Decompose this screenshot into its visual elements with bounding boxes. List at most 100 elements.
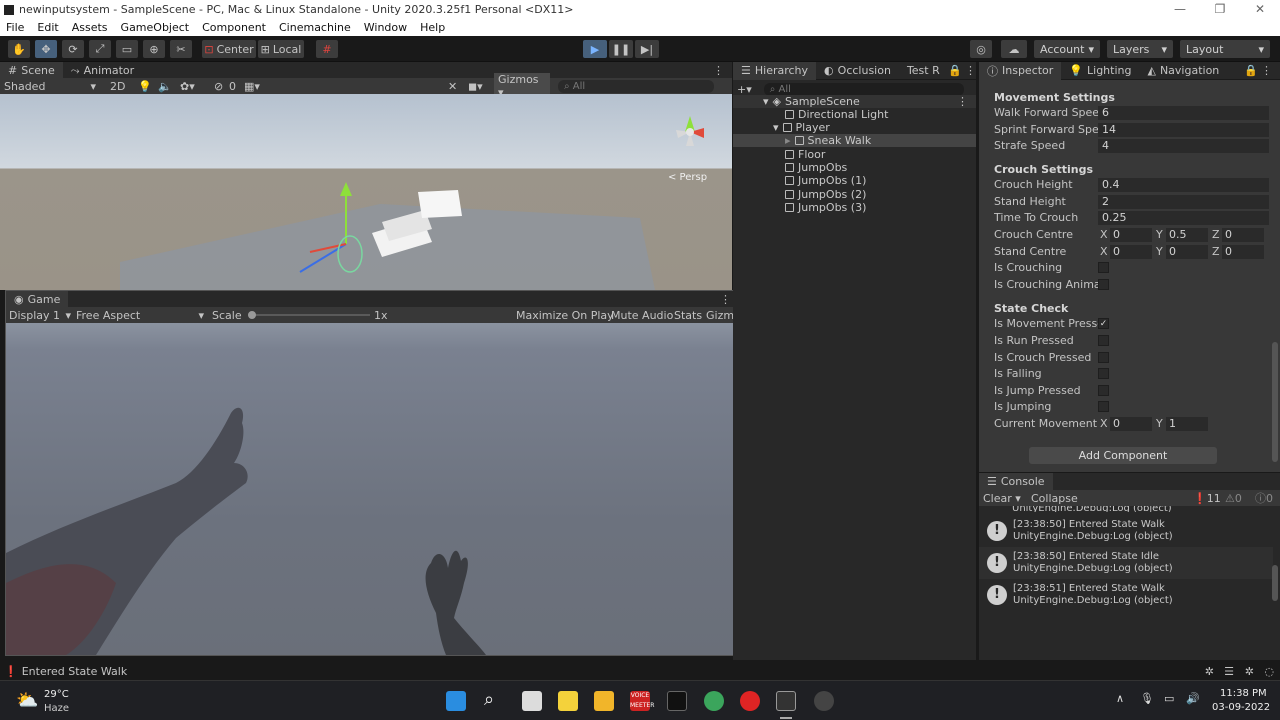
is-run-pressed-checkbox[interactable]: [1098, 335, 1109, 346]
volume-icon[interactable]: 🔊: [1186, 692, 1200, 705]
scene-root-row[interactable]: ▾ ◈ SampleScene ⋮: [733, 95, 976, 108]
is-jumping-checkbox[interactable]: [1098, 401, 1109, 412]
chrome-icon[interactable]: [704, 691, 724, 711]
log-entry[interactable]: ! [23:38:50] Entered State Idle UnityEngin…: [979, 547, 1273, 579]
is-movement-pressed-checkbox[interactable]: ✓: [1098, 318, 1109, 329]
tools-icon[interactable]: ✕: [448, 80, 457, 93]
pivot-local-button[interactable]: ⊞ Local: [258, 40, 304, 58]
hierarchy-item[interactable]: JumpObs (2): [733, 188, 976, 201]
hierarchy-item-selected[interactable]: ▸ Sneak Walk: [733, 134, 976, 147]
tab-test-runner[interactable]: Test R: [899, 62, 942, 80]
clock-date[interactable]: 03-09-2022: [1212, 702, 1270, 713]
stand-height-field[interactable]: 2: [1098, 194, 1269, 209]
shading-dropdown[interactable]: Shaded ▾: [4, 80, 96, 93]
menu-cinemachine[interactable]: Cinemachine: [279, 21, 351, 34]
voice-meeter-icon[interactable]: VOICE MEETER: [630, 691, 654, 711]
audio-icon[interactable]: 🔈: [158, 80, 172, 93]
rect-tool-icon[interactable]: ▭: [116, 40, 138, 58]
menu-edit[interactable]: Edit: [37, 21, 58, 34]
layers-dropdown[interactable]: Layers ▾: [1107, 40, 1173, 58]
chevron-up-icon[interactable]: ∧: [1116, 692, 1124, 705]
clock-time[interactable]: 11:38 PM: [1220, 688, 1267, 699]
move-tool-icon[interactable]: ✥: [35, 40, 57, 58]
mode-2d-button[interactable]: 2D: [110, 80, 125, 93]
crouch-centre-z-field[interactable]: 0: [1222, 227, 1264, 242]
media-player-icon[interactable]: [740, 691, 760, 711]
tab-scene[interactable]: # Scene: [0, 61, 63, 80]
step-button[interactable]: ▶|: [635, 40, 659, 58]
grid-snap-icon[interactable]: #: [316, 40, 338, 58]
close-icon[interactable]: ✕: [1240, 0, 1280, 19]
expand-arrow-icon[interactable]: ▾: [773, 121, 779, 134]
spinner-icon[interactable]: ◌: [1264, 665, 1274, 678]
lock-icon[interactable]: 🔒: [1244, 64, 1258, 77]
tab-inspector[interactable]: ⓘ Inspector: [979, 61, 1062, 80]
hierarchy-item[interactable]: ▾ Player: [733, 121, 976, 134]
hierarchy-item[interactable]: JumpObs (1): [733, 174, 976, 187]
hierarchy-item[interactable]: Floor: [733, 148, 976, 161]
crouch-height-field[interactable]: 0.4: [1098, 177, 1269, 192]
more-options-icon[interactable]: ⋮: [957, 95, 968, 108]
console-scrollbar[interactable]: [1272, 565, 1278, 601]
scale-slider-thumb[interactable]: [248, 311, 256, 319]
sprint-speed-field[interactable]: 14: [1098, 122, 1269, 137]
expand-arrow-icon[interactable]: ▸: [785, 134, 791, 147]
start-menu-icon[interactable]: [446, 691, 466, 711]
maximize-icon[interactable]: ❐: [1200, 0, 1240, 19]
is-crouch-pressed-checkbox[interactable]: [1098, 352, 1109, 363]
is-falling-checkbox[interactable]: [1098, 368, 1109, 379]
weather-icon[interactable]: ⛅: [16, 690, 38, 711]
file-explorer-icon[interactable]: [594, 691, 614, 711]
hierarchy-search-input[interactable]: ⌕ All: [763, 82, 964, 96]
info-count-toggle[interactable]: ⓘ0: [1255, 490, 1273, 506]
rotate-tool-icon[interactable]: ⟳: [62, 40, 84, 58]
warning-count-toggle[interactable]: ❗11: [1193, 492, 1221, 505]
status-message[interactable]: Entered State Walk: [22, 665, 127, 678]
bug-icon[interactable]: ✲: [1205, 665, 1214, 678]
obs-icon[interactable]: [814, 691, 834, 711]
expand-arrow-icon[interactable]: ▾: [763, 95, 769, 108]
is-crouching-anim-checkbox[interactable]: [1098, 279, 1109, 290]
add-component-button[interactable]: Add Component: [1029, 447, 1217, 464]
camera-icon[interactable]: ◼▾: [468, 80, 483, 93]
tab-occlusion[interactable]: ◐ Occlusion: [816, 62, 899, 80]
play-button[interactable]: ▶: [583, 40, 607, 58]
log-entry[interactable]: ! [23:38:51] Entered State Walk UnityEngin…: [979, 579, 1273, 611]
lock-icon[interactable]: 🔒: [948, 64, 962, 77]
pause-button[interactable]: ❚❚: [609, 40, 633, 58]
pivot-center-button[interactable]: ⊡ Center: [202, 40, 256, 58]
more-options-icon[interactable]: ⋮: [965, 64, 976, 77]
maximize-on-play-button[interactable]: Maximize On Play: [516, 309, 614, 322]
scale-slider-track[interactable]: [248, 311, 370, 319]
game-viewport[interactable]: [6, 323, 761, 655]
create-plus-icon[interactable]: +▾: [737, 83, 752, 96]
collapse-button[interactable]: Collapse: [1031, 492, 1078, 505]
hand-tool-icon[interactable]: ✋: [8, 40, 30, 58]
more-options-icon[interactable]: ⋮: [1261, 64, 1272, 77]
is-jump-pressed-checkbox[interactable]: [1098, 385, 1109, 396]
network-icon[interactable]: ▭: [1164, 692, 1174, 705]
crouch-centre-x-field[interactable]: 0: [1110, 227, 1152, 242]
notion-icon[interactable]: [667, 691, 687, 711]
tab-navigation[interactable]: ◭ Navigation: [1139, 62, 1227, 80]
progress-icon[interactable]: ☰: [1224, 665, 1234, 678]
stand-centre-x-field[interactable]: 0: [1110, 244, 1152, 259]
hierarchy-item[interactable]: Directional Light: [733, 108, 976, 121]
transform-tool-icon[interactable]: ⊕: [143, 40, 165, 58]
layout-dropdown[interactable]: Layout ▾: [1180, 40, 1270, 58]
hierarchy-item[interactable]: JumpObs (3): [733, 201, 976, 214]
tab-lighting[interactable]: 💡 Lighting: [1061, 62, 1139, 80]
stand-centre-z-field[interactable]: 0: [1222, 244, 1264, 259]
current-movement-input-x-field[interactable]: 0: [1110, 416, 1152, 431]
unity-app-icon[interactable]: [776, 691, 796, 711]
display-dropdown[interactable]: Display 1 ▾: [9, 309, 71, 322]
account-dropdown[interactable]: Account ▾: [1034, 40, 1100, 58]
menu-window[interactable]: Window: [364, 21, 407, 34]
orientation-gizmo-icon[interactable]: [660, 102, 720, 162]
minimize-icon[interactable]: —: [1160, 0, 1200, 19]
menu-assets[interactable]: Assets: [72, 21, 108, 34]
scene-search-input[interactable]: ⌕ All: [558, 79, 714, 93]
more-options-icon[interactable]: ⋮: [713, 64, 724, 77]
hierarchy-item[interactable]: JumpObs: [733, 161, 976, 174]
grid-toggle-icon[interactable]: ▦▾: [244, 80, 260, 93]
